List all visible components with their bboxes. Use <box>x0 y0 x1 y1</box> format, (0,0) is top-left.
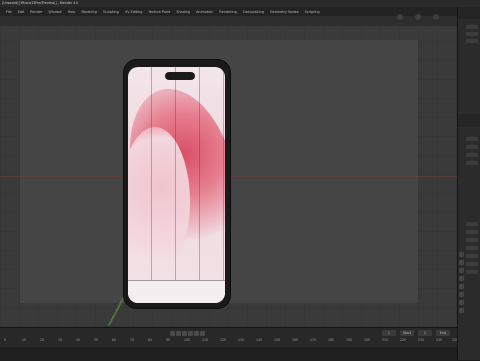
menu-item-file[interactable]: File <box>6 10 12 14</box>
tab-animation[interactable]: Animation <box>196 10 213 14</box>
menu-item-render[interactable]: Render <box>30 10 42 14</box>
menu-item-window[interactable]: Window <box>48 10 61 14</box>
menu-item-edit[interactable]: Edit <box>18 10 25 14</box>
ruler-tick: 150 <box>274 338 281 342</box>
ruler-tick: 110 <box>202 338 209 342</box>
property-field[interactable] <box>466 145 478 149</box>
shading-icon[interactable] <box>433 14 439 20</box>
property-field[interactable] <box>466 262 478 266</box>
jump-start-icon[interactable] <box>170 331 175 336</box>
property-field[interactable] <box>466 222 478 226</box>
ruler-tick: 220 <box>400 338 407 342</box>
ruler-tick: 130 <box>238 338 245 342</box>
tab-texture-paint[interactable]: Texture Paint <box>148 10 170 14</box>
tab-geometry-nodes[interactable]: Geometry Nodes <box>270 10 299 14</box>
property-field[interactable] <box>466 254 478 258</box>
play-reverse-icon[interactable] <box>182 331 187 336</box>
ruler-tick: 120 <box>220 338 227 342</box>
next-keyframe-icon[interactable] <box>194 331 199 336</box>
playback-controls <box>170 331 205 336</box>
outliner-row[interactable] <box>466 25 478 29</box>
frame-range: 1 Start 1 End <box>382 330 450 336</box>
properties-panel <box>458 127 480 360</box>
scene-tab-icon[interactable] <box>459 284 464 289</box>
ruler-tick: 180 <box>328 338 335 342</box>
property-field[interactable] <box>466 230 478 234</box>
ruler-tick: 240 <box>436 338 443 342</box>
right-sidebar <box>457 7 480 360</box>
property-field[interactable] <box>466 161 478 165</box>
ruler-tick: 10 <box>22 338 27 342</box>
property-field[interactable] <box>466 137 478 141</box>
properties-tabs <box>459 252 464 316</box>
outliner-panel[interactable] <box>458 19 480 114</box>
menu-item-help[interactable]: Help <box>68 10 76 14</box>
start-frame-field[interactable]: 1 <box>418 330 432 336</box>
property-field[interactable] <box>466 270 478 274</box>
ruler-tick: 190 <box>346 338 353 342</box>
ruler-tick: 200 <box>364 338 371 342</box>
ruler-tick: 170 <box>310 338 317 342</box>
outliner-row[interactable] <box>466 39 478 43</box>
start-label: Start <box>400 330 414 336</box>
ruler-tick: 0 <box>4 338 7 342</box>
ruler-tick: 80 <box>148 338 153 342</box>
tool-tab-icon[interactable] <box>459 252 464 257</box>
ruler-tick: 160 <box>292 338 299 342</box>
ruler-tick: 210 <box>382 338 389 342</box>
end-label: End <box>436 330 450 336</box>
ruler-tick: 40 <box>76 338 81 342</box>
overlay-icon[interactable] <box>415 14 421 20</box>
ruler-tick: 90 <box>166 338 171 342</box>
tab-modeling[interactable]: Modeling <box>81 10 96 14</box>
menubar: File Edit Render Window Help Modeling Sc… <box>0 7 480 16</box>
world-tab-icon[interactable] <box>459 292 464 297</box>
3d-viewport[interactable] <box>0 26 457 327</box>
ruler-tick: 20 <box>40 338 45 342</box>
material-tab-icon[interactable] <box>459 308 464 313</box>
ruler-tick: 140 <box>256 338 263 342</box>
outliner-row[interactable] <box>466 32 478 36</box>
play-icon[interactable] <box>188 331 193 336</box>
tab-shading[interactable]: Shading <box>176 10 190 14</box>
render-tab-icon[interactable] <box>459 260 464 265</box>
property-field[interactable] <box>466 246 478 250</box>
prev-keyframe-icon[interactable] <box>176 331 181 336</box>
timeline-track[interactable] <box>0 347 457 361</box>
current-frame-field[interactable]: 1 <box>382 330 396 336</box>
tab-scripting[interactable]: Scripting <box>305 10 320 14</box>
jump-end-icon[interactable] <box>200 331 205 336</box>
timeline-panel: 1 Start 1 End 0 10 20 30 40 50 60 70 80 … <box>0 327 458 361</box>
ruler-tick: 100 <box>184 338 191 342</box>
ruler-tick: 60 <box>112 338 117 342</box>
screen-bottom-band <box>128 280 225 303</box>
ruler-tick: 70 <box>130 338 135 342</box>
phone-model[interactable] <box>123 59 231 309</box>
gizmo-icon[interactable] <box>397 14 403 20</box>
property-field[interactable] <box>466 153 478 157</box>
phone-screen <box>128 67 225 303</box>
tab-uv-editing[interactable]: UV Editing <box>125 10 143 14</box>
mesh-wireframe <box>128 67 225 303</box>
dynamic-island <box>165 72 195 80</box>
window-title: [Unsaved] [iPhone15Pro(Preview)] - Blend… <box>2 1 79 5</box>
ruler-tick: 50 <box>94 338 99 342</box>
tab-compositing[interactable]: Compositing <box>243 10 264 14</box>
window-titlebar: [Unsaved] [iPhone15Pro(Preview)] - Blend… <box>0 0 480 7</box>
output-tab-icon[interactable] <box>459 268 464 273</box>
property-field[interactable] <box>466 238 478 242</box>
ruler-tick: 30 <box>58 338 63 342</box>
ruler-tick: 230 <box>418 338 425 342</box>
object-tab-icon[interactable] <box>459 300 464 305</box>
tab-sculpting[interactable]: Sculpting <box>103 10 119 14</box>
tab-rendering[interactable]: Rendering <box>219 10 236 14</box>
timeline-ruler[interactable]: 0 10 20 30 40 50 60 70 80 90 100 110 120… <box>0 338 458 346</box>
view-layer-tab-icon[interactable] <box>459 276 464 281</box>
